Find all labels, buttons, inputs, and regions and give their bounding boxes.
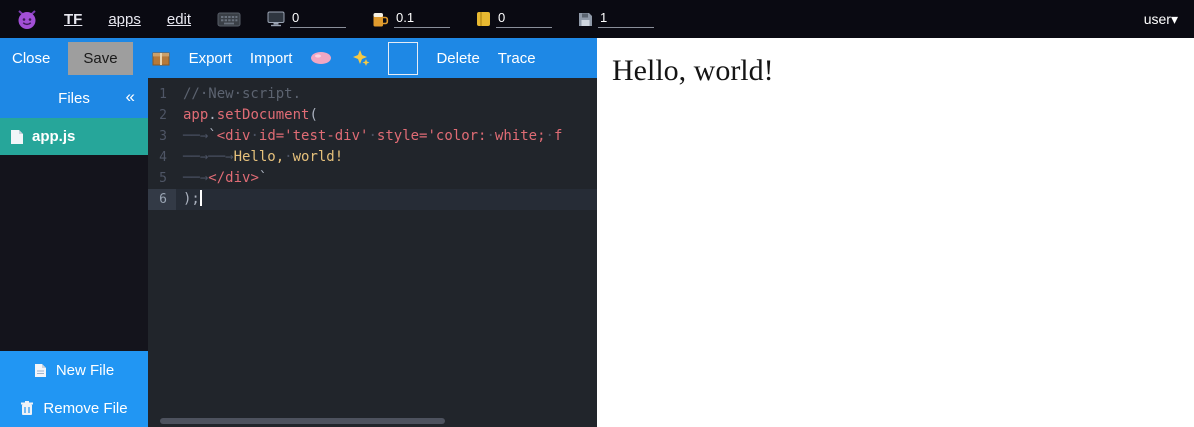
stat-notebook: 0 xyxy=(476,10,552,28)
code-content[interactable]: ──→`<div·id='test-div'·style='color:·whi… xyxy=(176,126,597,147)
keyboard-icon[interactable] xyxy=(217,10,241,28)
soap-icon xyxy=(310,51,332,65)
stat-computers-value[interactable]: 0 xyxy=(290,10,346,28)
code-line-1[interactable]: 1//·New·script. xyxy=(148,84,597,105)
editor-toolbar: Close Save Export Import xyxy=(0,38,597,78)
new-file-button[interactable]: New File xyxy=(0,351,148,389)
file-list-empty-area xyxy=(0,155,148,351)
code-editor[interactable]: 1//·New·script.2app.setDocument(3──→`<di… xyxy=(148,78,597,427)
remove-file-icon xyxy=(20,400,34,416)
stat-saves: 1 xyxy=(578,10,654,28)
stat-computers: 0 xyxy=(267,10,346,28)
code-line-3[interactable]: 3──→`<div·id='test-div'·style='color:·wh… xyxy=(148,126,597,147)
text-cursor xyxy=(200,190,202,206)
editor-lines: 1//·New·script.2app.setDocument(3──→`<di… xyxy=(148,84,597,210)
delete-button[interactable]: Delete xyxy=(436,50,479,67)
files-sidebar: Files « app.js xyxy=(0,78,148,427)
package-icon-button[interactable] xyxy=(151,49,171,67)
user-menu[interactable]: user▾ xyxy=(1144,11,1178,28)
export-button[interactable]: Export xyxy=(189,50,232,67)
blank-icon-button[interactable] xyxy=(388,42,418,75)
line-number: 6 xyxy=(148,189,176,210)
line-number: 5 xyxy=(148,168,176,189)
edit-link[interactable]: edit xyxy=(167,11,191,28)
monitor-icon xyxy=(267,11,285,27)
code-line-6[interactable]: 6); xyxy=(148,189,597,210)
code-content[interactable]: ); xyxy=(176,189,597,210)
files-title: Files xyxy=(58,90,90,107)
code-line-5[interactable]: 5──→</div>` xyxy=(148,168,597,189)
code-content[interactable]: ──→──→Hello,·world! xyxy=(176,147,597,168)
package-icon xyxy=(151,49,171,67)
sparkles-icon xyxy=(350,49,370,67)
soap-icon-button[interactable] xyxy=(310,51,332,65)
code-content[interactable]: app.setDocument( xyxy=(176,105,597,126)
stat-notebook-value[interactable]: 0 xyxy=(496,10,552,28)
editor-horizontal-scrollbar[interactable] xyxy=(160,418,445,424)
files-header: Files « xyxy=(0,78,148,118)
close-button[interactable]: Close xyxy=(12,50,50,67)
stat-saves-value[interactable]: 1 xyxy=(598,10,654,28)
notebook-icon xyxy=(476,11,491,27)
file-icon xyxy=(10,129,24,145)
topbar: TF apps edit 0 xyxy=(0,0,1194,38)
line-number: 4 xyxy=(148,147,176,168)
tf-link[interactable]: TF xyxy=(64,11,82,28)
new-file-icon xyxy=(34,363,47,378)
preview-text: Hello, world! xyxy=(612,54,1194,88)
save-button[interactable]: Save xyxy=(68,42,132,75)
line-number: 2 xyxy=(148,105,176,126)
sidebar-actions: New File Remove File xyxy=(0,351,148,427)
code-content[interactable]: ──→</div>` xyxy=(176,168,597,189)
code-content[interactable]: //·New·script. xyxy=(176,84,597,105)
remove-file-label: Remove File xyxy=(43,400,127,417)
devil-icon[interactable] xyxy=(16,8,38,30)
new-file-label: New File xyxy=(56,362,114,379)
file-item-appjs[interactable]: app.js xyxy=(0,118,148,155)
line-number: 3 xyxy=(148,126,176,147)
trace-button[interactable]: Trace xyxy=(498,50,536,67)
line-number: 1 xyxy=(148,84,176,105)
beer-icon xyxy=(372,11,389,28)
apps-link[interactable]: apps xyxy=(108,11,141,28)
app-screen: TF apps edit 0 xyxy=(0,0,1194,427)
document-preview: Hello, world! xyxy=(597,38,1194,427)
floppy-icon xyxy=(578,12,593,27)
remove-file-button[interactable]: Remove File xyxy=(0,389,148,427)
sparkles-icon-button[interactable] xyxy=(350,49,370,67)
collapse-sidebar-button[interactable]: « xyxy=(126,87,135,107)
stat-beer-value[interactable]: 0.1 xyxy=(394,10,450,28)
import-button[interactable]: Import xyxy=(250,50,293,67)
file-name: app.js xyxy=(32,128,75,145)
code-line-4[interactable]: 4──→──→Hello,·world! xyxy=(148,147,597,168)
code-line-2[interactable]: 2app.setDocument( xyxy=(148,105,597,126)
stat-beer: 0.1 xyxy=(372,10,450,28)
